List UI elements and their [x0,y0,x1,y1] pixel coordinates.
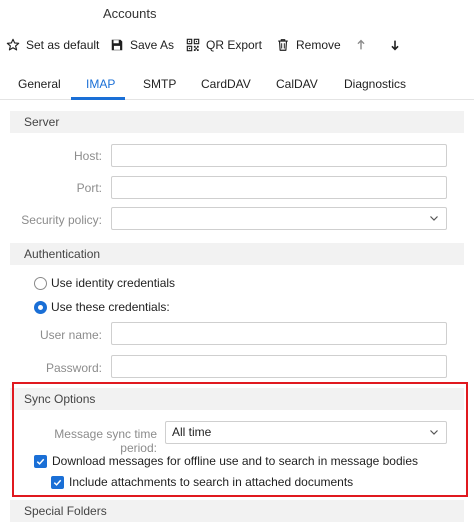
security-policy-select[interactable] [111,207,447,230]
tab-general[interactable]: General [18,68,61,100]
move-down-button[interactable] [388,32,402,58]
tab-smtp[interactable]: SMTP [143,68,176,100]
qr-export-button[interactable]: QR Export [186,32,262,58]
set-as-default-button[interactable]: Set as default [6,32,99,58]
active-tab-indicator [71,97,125,100]
checkmark-icon [53,479,62,486]
tab-imap[interactable]: IMAP [86,68,115,100]
tab-carddav[interactable]: CardDAV [201,68,251,100]
checkbox-label: Include attachments to search in attache… [69,475,354,489]
set-as-default-label: Set as default [26,38,100,52]
section-header-server: Server [10,111,464,133]
checkbox-label: Download messages for offline use and to… [52,454,418,468]
port-label: Port: [76,181,102,195]
remove-label: Remove [296,38,341,52]
checkbox-checked[interactable] [51,475,64,489]
checkbox-download-messages[interactable]: Download messages for offline use and to… [34,454,418,468]
radio-button-checked[interactable] [34,300,47,314]
section-header-authentication: Authentication [10,243,464,265]
host-input[interactable] [111,144,447,167]
password-input[interactable] [111,355,447,378]
checkbox-include-attachments[interactable]: Include attachments to search in attache… [51,475,353,489]
sync-period-label: Message sync time period: [54,427,157,455]
qr-code-icon [186,38,200,52]
arrow-up-icon [357,39,365,50]
trash-icon [278,39,288,51]
section-header-special-folders: Special Folders [10,500,464,522]
security-policy-label: Security policy: [21,213,102,227]
radio-use-these-credentials[interactable]: Use these credentials: [34,300,170,314]
section-header-sync-options: Sync Options [10,388,464,410]
toolbar: Set as default Save As QR Export Remove [0,32,474,58]
floppy-disk-icon [111,39,123,51]
checkmark-icon [36,458,45,465]
sync-period-value: All time [172,425,212,439]
radio-use-identity-credentials[interactable]: Use identity credentials [34,276,175,290]
chevron-down-icon [430,216,438,221]
star-icon [6,38,20,51]
tab-diagnostics[interactable]: Diagnostics [344,68,406,100]
password-label: Password: [45,361,102,375]
tab-caldav[interactable]: CalDAV [276,68,318,100]
port-input[interactable] [111,176,447,199]
radio-label: Use these credentials: [51,300,170,314]
tab-bar: General IMAP SMTP CardDAV CalDAV Diagnos… [0,68,474,100]
checkbox-checked[interactable] [34,454,47,468]
chevron-down-icon [430,430,438,435]
save-as-button[interactable]: Save As [110,32,174,58]
qr-export-label: QR Export [206,38,263,52]
radio-label: Use identity credentials [51,276,176,290]
username-input[interactable] [111,322,447,345]
username-label: User name: [39,328,102,342]
remove-button[interactable]: Remove [276,32,341,58]
arrow-down-icon [391,40,399,51]
radio-button[interactable] [34,276,47,290]
host-label: Host: [73,149,102,163]
sync-period-select[interactable]: All time [165,421,447,444]
save-as-label: Save As [130,38,175,52]
window-title: Accounts [103,6,157,21]
move-up-button[interactable] [354,32,368,58]
